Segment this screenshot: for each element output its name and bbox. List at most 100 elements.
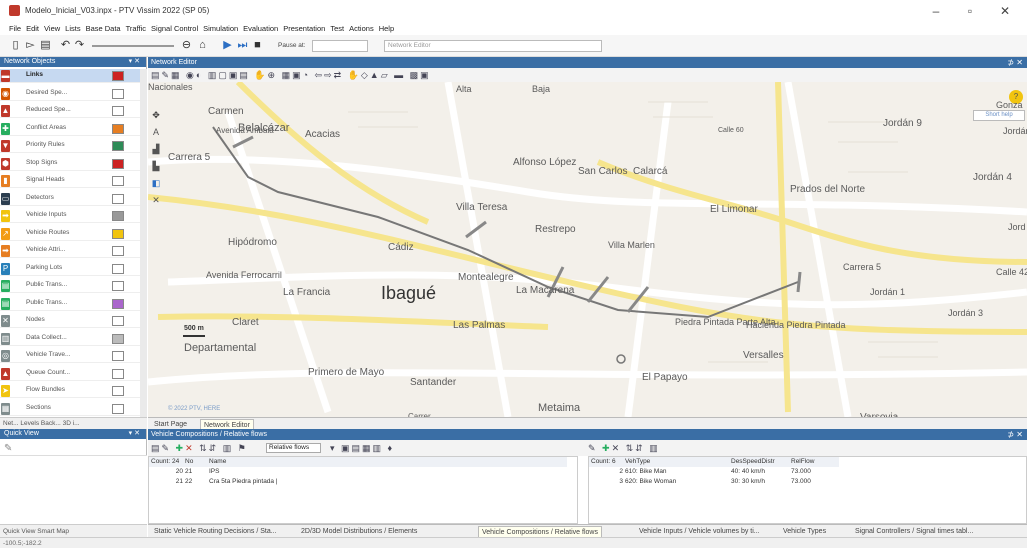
left-list-grid[interactable]: Count: 24 No Name 20 21 IPS 21 22 Cra 5ta Pie… (148, 456, 578, 524)
menu-view[interactable]: View (44, 22, 60, 35)
map-canvas[interactable]: ✥ A ▟ ▙ ◧ ✕ Short help ? 500 m © 2022 PT… (148, 82, 1027, 417)
network-object-color-swatch[interactable] (112, 351, 124, 361)
save-icon[interactable]: ▤ (39, 39, 52, 52)
list-tab[interactable]: Vehicle Inputs / Vehicle volumes by ti..… (636, 526, 763, 537)
close-pane-icon[interactable]: ⊅ ✕ (1007, 429, 1023, 440)
detail-tool-icons[interactable]: ✎ ✚✕ ⇅⇵ ▥ (588, 443, 660, 454)
menu-simulation[interactable]: Simulation (203, 22, 238, 35)
table-cell[interactable]: IPS (207, 467, 567, 477)
list-tab[interactable]: Vehicle Types (780, 526, 829, 537)
network-object-color-swatch[interactable] (112, 211, 124, 221)
menu-evaluation[interactable]: Evaluation (243, 22, 278, 35)
network-object-color-swatch[interactable] (112, 368, 124, 379)
col-header-relflow[interactable]: RelFlow (789, 457, 839, 467)
pin-icon[interactable]: ▾ ✕ (129, 429, 140, 439)
list-export-icons[interactable]: ▾ ▣▤▦▥ ♦ (330, 443, 394, 454)
menu-presentation[interactable]: Presentation (283, 22, 325, 35)
list-scrollbar[interactable] (140, 69, 147, 419)
network-object-color-swatch[interactable] (112, 123, 124, 134)
network-object-color-swatch[interactable] (112, 106, 124, 116)
menu-edit[interactable]: Edit (26, 22, 39, 35)
menu-signal-control[interactable]: Signal Control (151, 22, 198, 35)
menu-test[interactable]: Test (330, 22, 344, 35)
network-object-item[interactable]: ⬢ Stop Signs (0, 157, 140, 171)
network-object-color-swatch[interactable] (112, 158, 124, 169)
open-file-icon[interactable]: ▻ (24, 39, 37, 52)
network-object-color-swatch[interactable] (112, 71, 124, 81)
table-cell[interactable]: 40: 40 km/h (729, 467, 789, 477)
view-select[interactable]: Network Editor (384, 40, 602, 52)
list-tab[interactable]: Static Vehicle Routing Decisions / Sta..… (151, 526, 280, 537)
network-object-color-swatch[interactable] (112, 193, 124, 204)
table-cell[interactable]: 73.000 (789, 467, 839, 477)
network-object-color-swatch[interactable] (112, 298, 124, 309)
zoom-icon[interactable]: ⊖ (180, 39, 193, 52)
network-object-item[interactable]: P Parking Lots (0, 262, 140, 276)
table-cell[interactable]: 610: Bike Man (623, 467, 729, 477)
network-object-item[interactable]: ▭ Detectors (0, 192, 140, 206)
network-object-color-swatch[interactable] (112, 403, 124, 414)
network-object-item[interactable]: ✕ Nodes (0, 314, 140, 328)
network-object-item[interactable]: ▮ Signal Heads (0, 174, 140, 188)
quick-view-edit-icon[interactable]: ✎ (4, 443, 12, 454)
network-object-color-swatch[interactable] (112, 386, 124, 396)
table-cell[interactable]: 73.000 (789, 477, 839, 487)
stop-icon[interactable]: ■ (251, 39, 264, 52)
network-object-item[interactable]: ➡ Vehicle Inputs (0, 209, 140, 223)
table-cell[interactable]: 2 (589, 467, 623, 477)
col-header-vehtype[interactable]: VehType (623, 457, 729, 467)
col-header-name[interactable]: Name (207, 457, 567, 467)
table-cell[interactable]: 21 (183, 467, 207, 477)
list-tab[interactable]: Vehicle Compositions / Relative flows (478, 526, 602, 537)
network-object-item[interactable]: ▥ Data Collect... (0, 332, 140, 346)
network-panel-tabs[interactable]: Net... Levels Back... 3D i... (0, 417, 147, 429)
network-object-item[interactable]: ▦ Sections (0, 402, 140, 416)
network-object-item[interactable]: ✚ Conflict Areas (0, 122, 140, 136)
network-object-color-swatch[interactable] (112, 281, 124, 291)
col-header-desspeeddistr[interactable]: DesSpeedDistr (729, 457, 789, 467)
list-tab[interactable]: 2D/3D Model Distributions / Elements (298, 526, 420, 537)
network-object-item[interactable]: ◎ Vehicle Trave... (0, 349, 140, 363)
network-object-item[interactable]: ↗ Vehicle Routes (0, 227, 140, 241)
menu-help[interactable]: Help (379, 22, 394, 35)
network-object-item[interactable]: ▲ Reduced Spe... (0, 104, 140, 118)
table-cell[interactable]: 30: 30 km/h (729, 477, 789, 487)
list-tab[interactable]: Signal Controllers / Signal times tabl..… (852, 526, 976, 537)
home-icon[interactable]: ⌂ (196, 39, 209, 52)
close-pane-icon[interactable]: ⊅ ✕ (1007, 57, 1023, 68)
pause-at-input[interactable] (312, 40, 368, 52)
menu-traffic[interactable]: Traffic (126, 22, 146, 35)
close-button[interactable]: ✕ (990, 2, 1020, 20)
editor-tool-icons[interactable]: ▤✎▦ ◉◐ ▥▢▣▤ ✋⊕ ▦▣◔ ⇦⇨⇄ ✋◇▲▱ ▬ ▩▣ (151, 70, 431, 81)
network-object-color-swatch[interactable] (112, 176, 124, 186)
network-object-color-swatch[interactable] (112, 88, 124, 99)
table-cell[interactable]: 3 (589, 477, 623, 487)
redo-icon[interactable]: ↷ (73, 39, 86, 52)
list-tool-icons[interactable]: ▤✎ ✚✕ ⇅⇵ ▥ ⚑ (151, 443, 248, 454)
network-object-item[interactable]: ▤ Public Trans... (0, 279, 140, 293)
network-object-color-swatch[interactable] (112, 333, 124, 344)
menu-actions[interactable]: Actions (349, 22, 374, 35)
network-object-color-swatch[interactable] (112, 246, 124, 256)
step-icon[interactable]: ⏭ (236, 39, 249, 52)
minimize-button[interactable]: – (921, 2, 951, 20)
quick-view-tabs[interactable]: Quick View Smart Map (0, 524, 147, 537)
maximize-button[interactable]: ▫ (955, 2, 985, 20)
toolbar-slider[interactable] (92, 45, 174, 47)
network-object-item[interactable]: ▲ Queue Count... (0, 367, 140, 381)
table-cell[interactable]: Cra 5ta Piedra pintada | (207, 477, 567, 487)
menu-lists[interactable]: Lists (65, 22, 80, 35)
network-object-item[interactable]: ▬ Links (0, 69, 140, 83)
table-cell[interactable]: 22 (183, 477, 207, 487)
network-object-item[interactable]: ◉ Desired Spe... (0, 87, 140, 101)
table-cell[interactable]: 620: Bike Woman (623, 477, 729, 487)
network-object-item[interactable]: ➤ Flow Bundles (0, 384, 140, 398)
pin-icon[interactable]: ▾ ✕ (129, 57, 140, 67)
network-object-color-swatch[interactable] (112, 263, 124, 274)
undo-icon[interactable]: ↶ (59, 39, 72, 52)
table-cell[interactable]: 21 (149, 477, 183, 487)
network-object-item[interactable]: ▼ Priority Rules (0, 139, 140, 153)
table-cell[interactable]: 20 (149, 467, 183, 477)
network-object-color-swatch[interactable] (112, 316, 124, 326)
right-list-grid[interactable]: Count: 6 VehType DesSpeedDistr RelFlow 2… (588, 456, 1027, 524)
